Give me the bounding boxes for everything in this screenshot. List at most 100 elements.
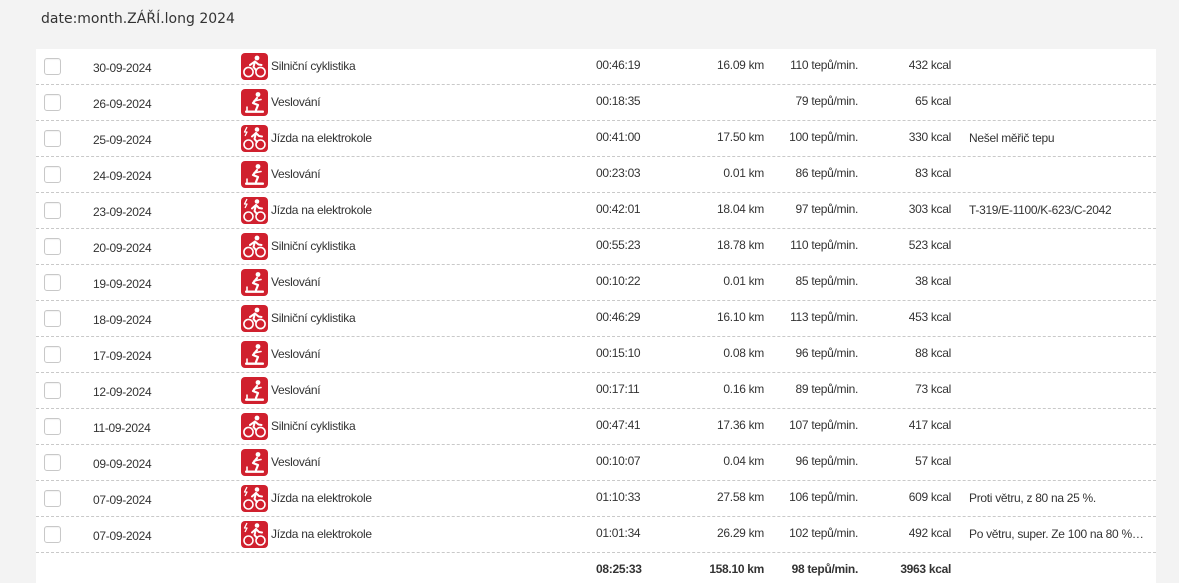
activity-type[interactable]: Silniční cyklistika [271, 409, 356, 444]
row-checkbox[interactable] [44, 130, 61, 147]
activity-type[interactable]: Veslování [271, 373, 321, 408]
ebike-icon [241, 521, 268, 548]
activity-duration: 00:46:29 [596, 310, 641, 324]
row-checkbox[interactable] [44, 346, 61, 363]
row-checkbox[interactable] [44, 274, 61, 291]
activity-date: 23-09-2024 [93, 205, 152, 219]
activity-calories: 303 kcal [908, 202, 952, 216]
ebike-icon [241, 125, 268, 152]
activity-row[interactable]: 07-09-2024 Jízda na elektrokole 01:01:34… [36, 517, 1156, 553]
activity-type[interactable]: Silniční cyklistika [271, 49, 356, 84]
activity-calories: 38 kcal [915, 274, 951, 288]
activity-row[interactable]: 30-09-2024 Silniční cyklistika 00:46:19 … [36, 49, 1156, 85]
activity-distance: 26.29 km [717, 526, 764, 540]
activity-calories: 88 kcal [915, 346, 951, 360]
activity-heart-rate: 113 tepů/min. [790, 310, 858, 324]
row-checkbox[interactable] [44, 94, 61, 111]
activity-duration: 01:01:34 [596, 526, 641, 540]
activity-date: 25-09-2024 [93, 133, 152, 147]
activity-duration: 00:15:10 [596, 346, 641, 360]
activity-type[interactable]: Veslování [271, 337, 321, 372]
activity-type[interactable]: Veslování [271, 157, 321, 192]
activity-calories: 523 kcal [908, 238, 952, 252]
totals-calories: 3963 kcal [900, 562, 951, 576]
activity-distance: 0.01 km [723, 166, 764, 180]
activity-date: 20-09-2024 [93, 241, 152, 255]
totals-heart-rate: 98 tepů/min. [791, 562, 859, 576]
row-checkbox[interactable] [44, 58, 61, 75]
activity-duration: 00:47:41 [596, 418, 641, 432]
activity-date: 24-09-2024 [93, 169, 152, 183]
row-checkbox[interactable] [44, 454, 61, 471]
activity-calories: 330 kcal [908, 130, 952, 144]
rowing-icon [241, 377, 268, 404]
activity-row[interactable]: 25-09-2024 Jízda na elektrokole 00:41:00… [36, 121, 1156, 157]
activity-type[interactable]: Veslování [271, 85, 321, 120]
activity-row[interactable]: 07-09-2024 Jízda na elektrokole 01:10:33… [36, 481, 1156, 517]
activity-row[interactable]: 09-09-2024 Veslování 00:10:07 0.04 km 96… [36, 445, 1156, 481]
road-cycling-icon [241, 305, 268, 332]
activity-duration: 00:23:03 [596, 166, 641, 180]
activity-type[interactable]: Silniční cyklistika [271, 301, 356, 336]
row-checkbox[interactable] [44, 166, 61, 183]
activity-type[interactable]: Silniční cyklistika [271, 229, 356, 264]
activity-row[interactable]: 17-09-2024 Veslování 00:15:10 0.08 km 96… [36, 337, 1156, 373]
ebike-icon [241, 197, 268, 224]
ebike-icon [241, 485, 268, 512]
activity-type[interactable]: Jízda na elektrokole [271, 517, 372, 552]
activity-calories: 432 kcal [908, 58, 952, 72]
activity-row[interactable]: 24-09-2024 Veslování 00:23:03 0.01 km 86… [36, 157, 1156, 193]
rowing-icon [241, 89, 268, 116]
row-checkbox[interactable] [44, 202, 61, 219]
activity-distance: 27.58 km [717, 490, 764, 504]
activity-date: 19-09-2024 [93, 277, 152, 291]
activity-row[interactable]: 12-09-2024 Veslování 00:17:11 0.16 km 89… [36, 373, 1156, 409]
activity-type[interactable]: Jízda na elektrokole [271, 481, 372, 516]
row-checkbox[interactable] [44, 526, 61, 543]
activity-calories: 609 kcal [908, 490, 952, 504]
rowing-icon [241, 341, 268, 368]
activity-distance: 17.50 km [717, 130, 764, 144]
activity-calories: 57 kcal [915, 454, 951, 468]
activity-row[interactable]: 19-09-2024 Veslování 00:10:22 0.01 km 85… [36, 265, 1156, 301]
activity-heart-rate: 85 tepů/min. [795, 274, 859, 288]
activity-distance: 16.09 km [717, 58, 764, 72]
row-checkbox[interactable] [44, 238, 61, 255]
row-checkbox[interactable] [44, 382, 61, 399]
activity-duration: 00:10:07 [596, 454, 641, 468]
rowing-icon [241, 269, 268, 296]
activity-distance: 0.04 km [723, 454, 764, 468]
activity-date: 07-09-2024 [93, 493, 152, 507]
activity-calories: 65 kcal [915, 94, 951, 108]
activity-row[interactable]: 18-09-2024 Silniční cyklistika 00:46:29 … [36, 301, 1156, 337]
activity-date: 30-09-2024 [93, 61, 152, 75]
road-cycling-icon [241, 233, 268, 260]
activity-date: 07-09-2024 [93, 529, 152, 543]
activity-row[interactable]: 20-09-2024 Silniční cyklistika 00:55:23 … [36, 229, 1156, 265]
activity-calories: 83 kcal [915, 166, 951, 180]
activity-type[interactable]: Veslování [271, 265, 321, 300]
activity-heart-rate: 102 tepů/min. [789, 526, 858, 540]
activity-duration: 00:10:22 [596, 274, 641, 288]
activity-type[interactable]: Jízda na elektrokole [271, 193, 372, 228]
activity-duration: 00:17:11 [596, 382, 640, 396]
activity-distance: 16.10 km [717, 310, 764, 324]
activity-date: 12-09-2024 [93, 385, 152, 399]
activity-row[interactable]: 26-09-2024 Veslování 00:18:35 79 tepů/mi… [36, 85, 1156, 121]
activity-row[interactable]: 11-09-2024 Silniční cyklistika 00:47:41 … [36, 409, 1156, 445]
row-checkbox[interactable] [44, 310, 61, 327]
activity-heart-rate: 100 tepů/min. [789, 130, 858, 144]
activity-note: Proti větru, z 80 na 25 %. [969, 491, 1096, 505]
totals-distance: 158.10 km [709, 562, 764, 576]
page-title: date:month.ZÁŘÍ.long 2024 [41, 11, 235, 27]
activity-note: T-319/E-1100/K-623/C-2042 [969, 203, 1112, 217]
activity-duration: 00:46:19 [596, 58, 641, 72]
activity-duration: 00:55:23 [596, 238, 641, 252]
activity-note: Nešel měřič tepu [969, 131, 1055, 145]
activity-type[interactable]: Veslování [271, 445, 321, 480]
row-checkbox[interactable] [44, 418, 61, 435]
activity-type[interactable]: Jízda na elektrokole [271, 121, 372, 156]
activity-row[interactable]: 23-09-2024 Jízda na elektrokole 00:42:01… [36, 193, 1156, 229]
row-checkbox[interactable] [44, 490, 61, 507]
activity-heart-rate: 96 tepů/min. [795, 346, 859, 360]
